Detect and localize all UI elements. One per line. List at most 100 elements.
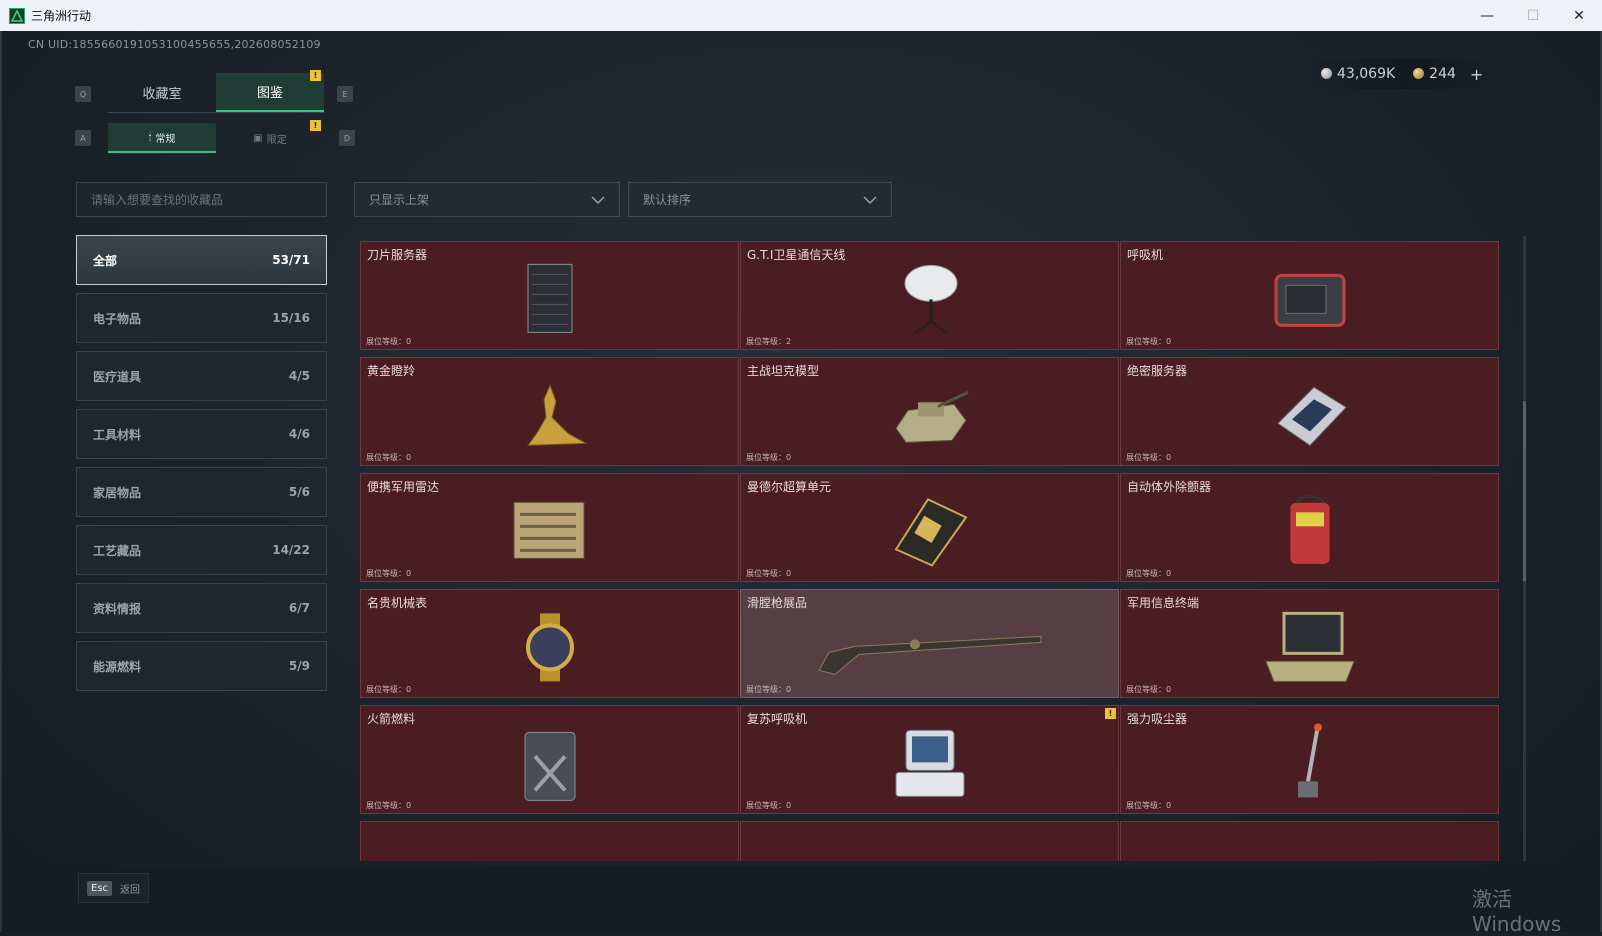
minimize-button[interactable]: — — [1464, 0, 1510, 31]
resuscitator-icon — [875, 721, 985, 805]
tank-model-icon — [875, 373, 985, 457]
item-card[interactable]: 刀片服务器 展位等级：0 — [360, 241, 739, 350]
musket-icon — [810, 605, 1050, 689]
item-level: 展位等级：0 — [1126, 685, 1172, 694]
grid-scrollbar[interactable] — [1523, 236, 1526, 861]
item-card[interactable]: 便携军用雷达 展位等级：0 — [360, 473, 739, 582]
item-card[interactable]: 自动体外除颤器 展位等级：0 — [1120, 473, 1499, 582]
item-card-partial[interactable] — [740, 821, 1119, 861]
key-hint-d: D — [339, 130, 355, 146]
item-level: 展位等级：0 — [366, 801, 412, 810]
item-level: 展位等级：0 — [366, 569, 412, 578]
item-name: 火箭燃料 — [367, 712, 416, 726]
sub-tabs: 🕯 常规 ▣ 限定 — [108, 123, 324, 153]
uid-label: CN UID:1855660191053100455655,2026080521… — [28, 38, 321, 51]
item-name: 绝密服务器 — [1127, 364, 1188, 378]
item-card[interactable]: 呼吸机 展位等级：0 — [1120, 241, 1499, 350]
item-card[interactable]: 名贵机械表 展位等级：0 — [360, 589, 739, 698]
silver-coin-icon — [1321, 68, 1332, 79]
add-currency-button[interactable]: + — [1470, 65, 1483, 84]
tab-collection-room[interactable]: 收藏室 — [108, 73, 216, 112]
category-label: 家居物品 — [93, 485, 142, 500]
item-name: 滑膛枪展品 — [747, 596, 808, 610]
item-card-partial[interactable] — [360, 821, 739, 861]
defibrillator-icon — [1255, 489, 1365, 573]
category-label: 工具材料 — [93, 427, 142, 442]
fuel-can-icon — [495, 721, 605, 805]
key-hint-e: E — [337, 86, 353, 102]
esc-key-hint: Esc — [87, 880, 113, 896]
gold-gazelle-icon — [495, 373, 605, 457]
image-icon: ▣ — [253, 132, 263, 144]
category-count: 15/16 — [272, 311, 310, 325]
item-card[interactable]: 复苏呼吸机 展位等级：0 ! — [740, 705, 1119, 814]
category-count: 5/6 — [288, 485, 310, 499]
gold-coin-icon — [1413, 68, 1425, 79]
tab-alert-icon: ! — [310, 70, 321, 81]
game-viewport: CN UID:1855660191053100455655,2026080521… — [0, 31, 1602, 936]
item-level: 展位等级：0 — [746, 685, 792, 694]
secret-server-icon — [1255, 373, 1365, 457]
ventilator-icon — [1255, 257, 1365, 341]
sort-dropdown[interactable]: 默认排序 — [628, 182, 892, 217]
server-rack-icon — [495, 257, 605, 341]
radar-icon — [495, 489, 605, 573]
show-filter-dropdown[interactable]: 只显示上架 — [354, 182, 620, 217]
currency-bar: 43,069K 244 + — [1307, 59, 1498, 89]
window-title: 三角洲行动 — [31, 9, 92, 23]
chevron-down-icon — [863, 195, 877, 204]
item-name: 便携军用雷达 — [367, 480, 440, 494]
category-household[interactable]: 家居物品 5/6 — [76, 467, 327, 517]
item-card[interactable]: 主战坦克模型 展位等级：0 — [740, 357, 1119, 466]
item-level: 展位等级：0 — [1126, 337, 1172, 346]
category-intel[interactable]: 资料情报 6/7 — [76, 583, 327, 633]
chevron-down-icon — [591, 195, 605, 204]
vacuum-cleaner-icon — [1255, 721, 1365, 805]
category-count: 4/6 — [288, 427, 310, 441]
item-level: 展位等级：0 — [1126, 801, 1172, 810]
item-name: 自动体外除颤器 — [1127, 480, 1212, 494]
item-card[interactable]: 火箭燃料 展位等级：0 — [360, 705, 739, 814]
gold-currency: 244 — [1413, 66, 1456, 82]
category-label: 能源燃料 — [93, 659, 142, 674]
category-label: 全部 — [93, 253, 118, 268]
item-level: 展位等级：0 — [366, 453, 412, 462]
category-energy[interactable]: 能源燃料 5/9 — [76, 641, 327, 691]
item-name: G.T.I卫星通信天线 — [747, 248, 846, 262]
category-label: 资料情报 — [93, 601, 142, 616]
category-electronics[interactable]: 电子物品 15/16 — [76, 293, 327, 343]
category-tools[interactable]: 工具材料 4/6 — [76, 409, 327, 459]
subtab-limited[interactable]: ▣ 限定 — [216, 123, 324, 153]
item-card[interactable]: 黄金瞪羚 展位等级：0 — [360, 357, 739, 466]
subtab-regular[interactable]: 🕯 常规 — [108, 123, 216, 153]
item-level: 展位等级：2 — [746, 337, 792, 346]
window-title-bar: 三角洲行动 — ☐ ✕ — [0, 0, 1602, 31]
subtab-alert-icon: ! — [310, 120, 321, 131]
category-label: 医疗道具 — [93, 369, 142, 384]
item-card[interactable]: 军用信息终端 展位等级：0 — [1120, 589, 1499, 698]
item-card[interactable]: G.T.I卫星通信天线 展位等级：2 — [740, 241, 1119, 350]
item-name: 复苏呼吸机 — [747, 712, 808, 726]
activation-watermark: 激活 Windows — [1472, 887, 1562, 936]
back-button[interactable]: Esc 返回 — [78, 873, 150, 903]
show-filter-value: 只显示上架 — [369, 193, 430, 207]
tab-catalog[interactable]: 图鉴 — [216, 73, 324, 112]
category-all[interactable]: 全部 53/71 — [76, 235, 327, 285]
search-input[interactable]: 请输入想要查找的收藏品 — [76, 182, 327, 217]
item-card[interactable]: 曼德尔超算单元 展位等级：0 — [740, 473, 1119, 582]
item-card[interactable]: 强力吸尘器 展位等级：0 — [1120, 705, 1499, 814]
item-level: 展位等级：0 — [366, 337, 412, 346]
military-terminal-icon — [1255, 605, 1365, 689]
category-label: 工艺藏品 — [93, 543, 142, 558]
category-crafts[interactable]: 工艺藏品 14/22 — [76, 525, 327, 575]
scrollbar-thumb[interactable] — [1523, 401, 1526, 581]
maximize-button[interactable]: ☐ — [1510, 0, 1556, 31]
close-button[interactable]: ✕ — [1556, 0, 1602, 31]
item-card[interactable]: 绝密服务器 展位等级：0 — [1120, 357, 1499, 466]
satellite-dish-icon — [875, 257, 985, 341]
item-card[interactable]: 滑膛枪展品 展位等级：0 — [740, 589, 1119, 698]
category-count: 53/71 — [272, 253, 310, 267]
category-medical[interactable]: 医疗道具 4/5 — [76, 351, 327, 401]
category-count: 6/7 — [288, 601, 310, 615]
item-card-partial[interactable] — [1120, 821, 1499, 861]
